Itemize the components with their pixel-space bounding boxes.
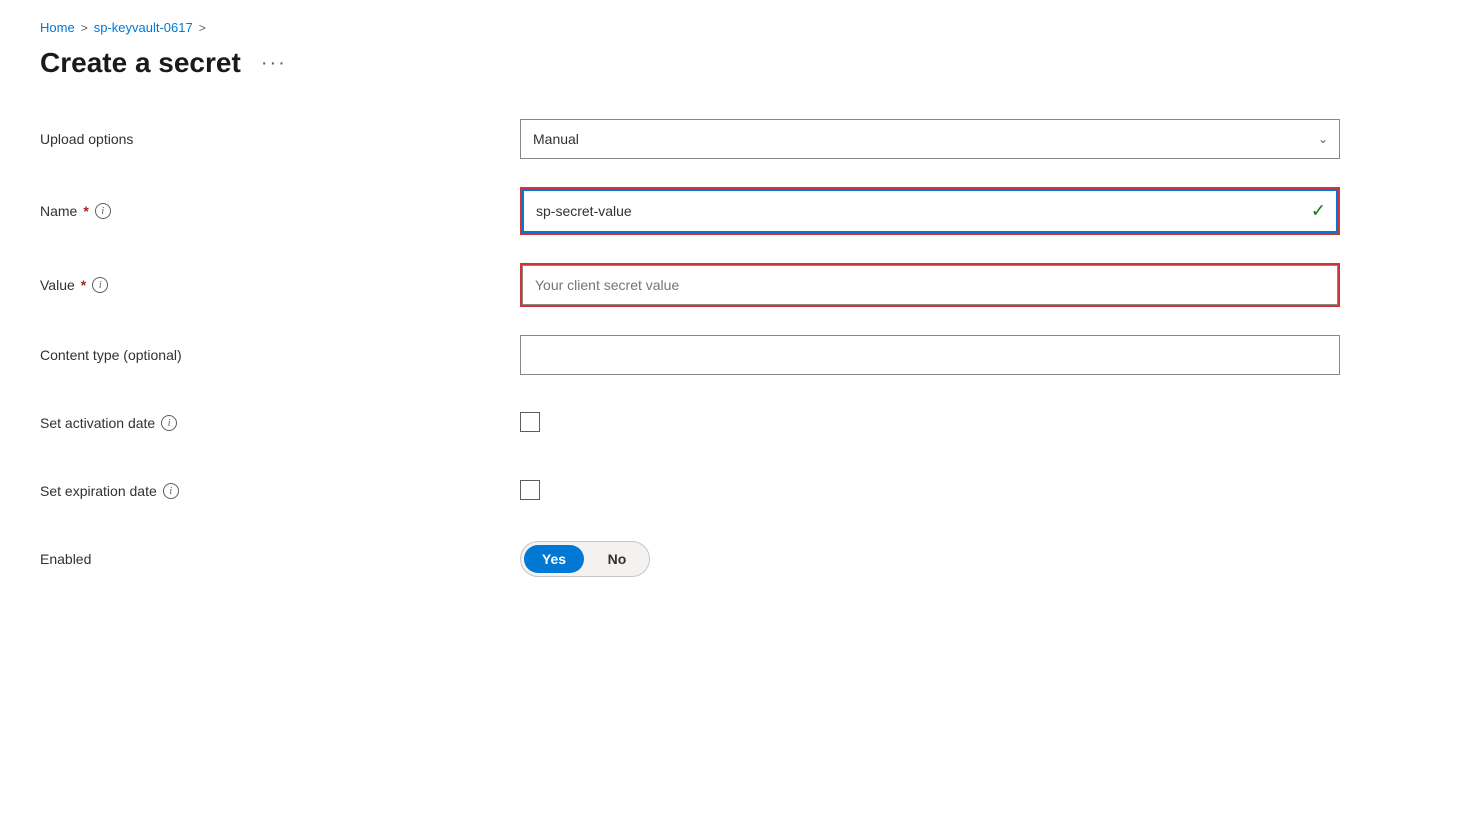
expiration-date-row: Set expiration date i [40, 471, 1424, 511]
value-row: Value * i [40, 263, 1424, 307]
name-label: Name * i [40, 203, 520, 219]
expiration-date-label: Set expiration date i [40, 483, 520, 499]
toggle-yes-option[interactable]: Yes [521, 541, 587, 577]
content-type-control [520, 335, 1340, 375]
enabled-toggle[interactable]: Yes No [520, 541, 650, 577]
expiration-date-checkbox[interactable] [520, 480, 540, 500]
activation-date-row: Set activation date i [40, 403, 1424, 443]
upload-options-control: Manual Certificate ⌄ [520, 119, 1340, 159]
value-control [520, 263, 1340, 307]
activation-date-label: Set activation date i [40, 415, 520, 431]
name-required-star: * [83, 203, 88, 219]
upload-options-select-wrapper: Manual Certificate ⌄ [520, 119, 1340, 159]
name-row: Name * i ✓ [40, 187, 1424, 235]
expiration-date-control [520, 480, 1340, 503]
activation-date-info-icon[interactable]: i [161, 415, 177, 431]
value-outer-error-border [520, 263, 1340, 307]
value-info-icon[interactable]: i [92, 277, 108, 293]
upload-options-select[interactable]: Manual Certificate [520, 119, 1340, 159]
enabled-row: Enabled Yes No [40, 539, 1424, 579]
page-title-row: Create a secret ··· [40, 47, 1424, 79]
content-type-input[interactable] [520, 335, 1340, 375]
name-outer-error-border: ✓ [520, 187, 1340, 235]
breadcrumb-keyvault[interactable]: sp-keyvault-0617 [94, 20, 193, 35]
name-inner-focus-border: ✓ [522, 189, 1338, 233]
name-info-icon[interactable]: i [95, 203, 111, 219]
name-control: ✓ [520, 187, 1340, 235]
page-title: Create a secret [40, 47, 241, 79]
breadcrumb: Home > sp-keyvault-0617 > [40, 20, 1424, 35]
value-input[interactable] [522, 265, 1338, 305]
expiration-date-info-icon[interactable]: i [163, 483, 179, 499]
name-valid-checkmark-icon: ✓ [1311, 201, 1326, 222]
content-type-label: Content type (optional) [40, 347, 520, 363]
content-type-row: Content type (optional) [40, 335, 1424, 375]
more-options-button[interactable]: ··· [253, 48, 295, 79]
value-required-star: * [81, 277, 86, 293]
breadcrumb-sep-1: > [81, 21, 88, 35]
enabled-control: Yes No [520, 541, 1340, 577]
breadcrumb-home[interactable]: Home [40, 20, 75, 35]
activation-date-checkbox[interactable] [520, 412, 540, 432]
upload-options-label: Upload options [40, 131, 520, 147]
create-secret-form: Upload options Manual Certificate ⌄ Name… [40, 119, 1424, 579]
upload-options-row: Upload options Manual Certificate ⌄ [40, 119, 1424, 159]
toggle-no-option[interactable]: No [585, 541, 649, 577]
activation-date-control [520, 412, 1340, 435]
enabled-label: Enabled [40, 551, 520, 567]
value-label: Value * i [40, 277, 520, 293]
breadcrumb-sep-2: > [199, 21, 206, 35]
name-input[interactable] [524, 191, 1336, 231]
